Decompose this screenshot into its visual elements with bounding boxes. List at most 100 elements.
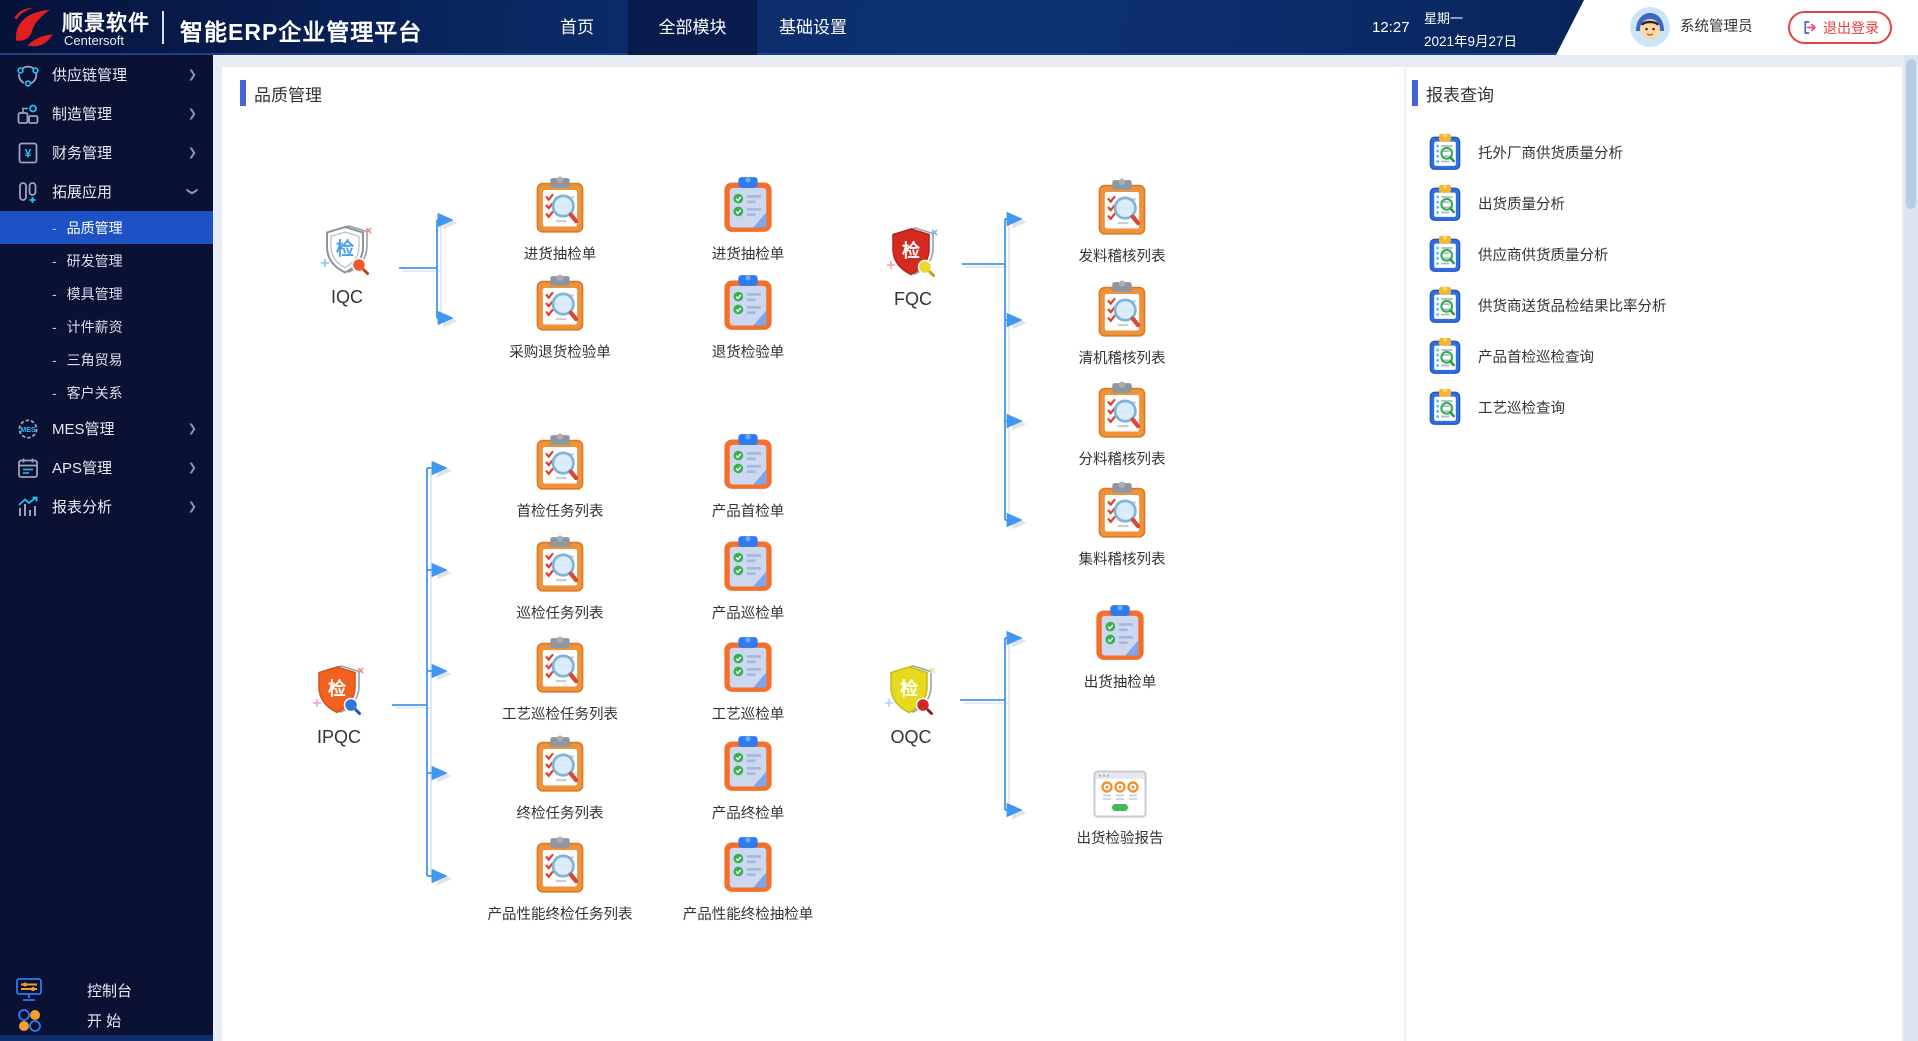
qc-node-ipqc: IPQC xyxy=(284,662,394,748)
start-button[interactable]: 开 始 xyxy=(0,1005,213,1035)
form-clipboard-icon xyxy=(722,836,774,894)
sidebar-subitem-crm[interactable]: 客户关系 xyxy=(0,376,213,409)
report-item-first-patrol-query[interactable]: 产品首检巡检查询 xyxy=(1428,337,1594,375)
sidebar-item-label: 拓展应用 xyxy=(52,184,113,201)
flow-node-final-inspection-task-list[interactable]: 终检任务列表 xyxy=(475,735,645,823)
chevron-right-icon: ❯ xyxy=(187,147,197,159)
nav-tab-home[interactable]: 首页 xyxy=(530,0,624,55)
app-title: 智能ERP企业管理平台 xyxy=(180,19,423,45)
chevron-right-icon: ❯ xyxy=(187,423,197,435)
flow-node-first-inspection-task-list[interactable]: 首检任务列表 xyxy=(475,433,645,521)
logo-divider xyxy=(162,11,164,44)
chevron-down-icon: ❯ xyxy=(185,186,198,197)
date-label: 2021年9月27日 xyxy=(1424,34,1518,49)
company-name-en: Centersoft xyxy=(64,33,124,48)
flow-node-purchase-return-inspection-task[interactable]: 采购退货检验单 xyxy=(475,274,645,362)
form-clipboard-icon xyxy=(722,433,774,491)
sidebar-item-report-analysis[interactable]: 报表分析 ❯ xyxy=(0,487,213,526)
logout-label: 退出登录 xyxy=(1823,19,1879,36)
form-clipboard-icon xyxy=(722,274,774,332)
user-avatar[interactable] xyxy=(1630,7,1670,47)
nav-tab-basic-settings[interactable]: 基础设置 xyxy=(761,0,865,55)
flow-node-process-patrol-inspection-form[interactable]: 工艺巡检单 xyxy=(663,636,833,724)
report-item-process-patrol-query[interactable]: 工艺巡检查询 xyxy=(1428,388,1565,426)
report-card-icon xyxy=(1092,770,1148,818)
flow-node-product-patrol-inspection-form[interactable]: 产品巡检单 xyxy=(663,535,833,623)
chevron-right-icon: ❯ xyxy=(187,69,197,81)
flow-node-performance-final-sampling-form[interactable]: 产品性能终检抽检单 xyxy=(663,836,833,924)
report-item-supplier-quality[interactable]: 供应商供货质量分析 xyxy=(1428,235,1609,273)
sidebar-subitem-quality[interactable]: 品质管理 xyxy=(0,211,213,244)
form-clipboard-icon xyxy=(722,735,774,793)
clock-time: 12:27 xyxy=(1372,19,1410,36)
sidebar-subitem-mold[interactable]: 模具管理 xyxy=(0,277,213,310)
sidebar-subitem-rnd[interactable]: 研发管理 xyxy=(0,244,213,277)
inspection-clipboard-icon xyxy=(534,636,586,694)
user-name: 系统管理员 xyxy=(1680,19,1753,35)
sidebar-item-aps[interactable]: APS管理 ❯ xyxy=(0,448,213,487)
panel-divider xyxy=(1404,67,1406,1041)
sidebar-item-finance[interactable]: 财务管理 ❯ xyxy=(0,133,213,172)
flow-node-shipment-sampling-form[interactable]: 出货抽检单 xyxy=(1035,604,1205,692)
company-logo-icon xyxy=(10,5,56,50)
inspection-clipboard-icon xyxy=(534,535,586,593)
ipqc-shield-icon xyxy=(311,662,367,718)
inspection-clipboard-icon xyxy=(1096,481,1148,539)
sidebar-item-label: 供应链管理 xyxy=(52,67,128,84)
sidebar-item-label: 财务管理 xyxy=(52,145,113,162)
qc-node-fqc: FQC xyxy=(858,224,968,310)
flow-node-patrol-inspection-task-list[interactable]: 巡检任务列表 xyxy=(475,535,645,623)
flow-node-incoming-sampling-form[interactable]: 进货抽检单 xyxy=(663,176,833,264)
report-item-outsourced-supplier-quality[interactable]: 托外厂商供货质量分析 xyxy=(1428,133,1623,171)
report-item-supplier-delivery-ratio[interactable]: 供货商送货品检结果比率分析 xyxy=(1428,286,1667,324)
sidebar-subitem-piecework[interactable]: 计件薪资 xyxy=(0,310,213,343)
flow-node-product-final-inspection-form[interactable]: 产品终检单 xyxy=(663,735,833,823)
chevron-right-icon: ❯ xyxy=(187,108,197,120)
report-query-icon xyxy=(1428,184,1462,222)
logout-button[interactable]: 退出登录 xyxy=(1788,11,1892,44)
sidebar-subitem-triangle-trade[interactable]: 三角贸易 xyxy=(0,343,213,376)
flow-node-machine-clean-audit-list[interactable]: 清机稽核列表 xyxy=(1037,280,1207,368)
logout-icon xyxy=(1801,19,1818,36)
sidebar-item-label: 制造管理 xyxy=(52,106,113,123)
chevron-right-icon: ❯ xyxy=(187,462,197,474)
vertical-scrollbar[interactable] xyxy=(1904,55,1918,1041)
qc-node-iqc: IQC xyxy=(292,222,402,308)
qc-node-label: IPQC xyxy=(316,727,361,747)
sidebar-item-extended-apps[interactable]: 拓展应用 ❯ xyxy=(0,172,213,211)
form-clipboard-icon xyxy=(722,176,774,234)
flow-node-shipment-inspection-report[interactable]: 出货检验报告 xyxy=(1035,770,1205,848)
console-button[interactable]: 控制台 xyxy=(0,975,213,1005)
console-label: 控制台 xyxy=(87,982,133,1000)
top-header-bar: 顺景软件 Centersoft 智能ERP企业管理平台 首页 全部模块 基础设置… xyxy=(0,0,1918,55)
form-clipboard-icon xyxy=(722,535,774,593)
flow-node-issue-audit-list[interactable]: 发料稽核列表 xyxy=(1037,178,1207,266)
flow-node-performance-final-task-list[interactable]: 产品性能终检任务列表 xyxy=(475,836,645,924)
report-query-icon xyxy=(1428,235,1462,273)
flow-node-material-split-audit-list[interactable]: 分料稽核列表 xyxy=(1037,381,1207,469)
inspection-clipboard-icon xyxy=(1096,178,1148,236)
flow-node-product-first-inspection-form[interactable]: 产品首检单 xyxy=(663,433,833,521)
flow-node-process-patrol-task-list[interactable]: 工艺巡检任务列表 xyxy=(475,636,645,724)
flow-node-return-inspection-form[interactable]: 退货检验单 xyxy=(663,274,833,362)
extended-apps-icon xyxy=(16,180,40,204)
start-icon xyxy=(15,1007,43,1033)
sidebar-item-manufacturing[interactable]: 制造管理 ❯ xyxy=(0,94,213,133)
sidebar-menu: 供应链管理 ❯ 制造管理 ❯ 财务管理 ❯ 拓展应用 ❯ 品质管理 研发管理 模… xyxy=(0,55,213,1041)
report-item-shipment-quality[interactable]: 出货质量分析 xyxy=(1428,184,1565,222)
flow-node-incoming-sampling-task[interactable]: 进货抽检单 xyxy=(475,176,645,264)
sidebar-item-supply-chain[interactable]: 供应链管理 ❯ xyxy=(0,55,213,94)
flow-node-material-collect-audit-list[interactable]: 集料稽核列表 xyxy=(1037,481,1207,569)
inspection-clipboard-icon xyxy=(534,176,586,234)
sidebar-bottom-strip xyxy=(0,1035,213,1041)
sidebar-item-mes[interactable]: MES管理 ❯ xyxy=(0,409,213,448)
form-clipboard-icon xyxy=(722,636,774,694)
console-icon xyxy=(15,977,43,1003)
scrollbar-thumb[interactable] xyxy=(1906,59,1916,209)
sidebar-item-label: APS管理 xyxy=(52,460,113,477)
report-analysis-icon xyxy=(16,495,40,519)
nav-tab-all-modules[interactable]: 全部模块 xyxy=(628,0,757,55)
report-query-icon xyxy=(1428,388,1462,426)
qc-node-label: IQC xyxy=(330,287,363,307)
form-clipboard-icon xyxy=(1094,604,1146,662)
